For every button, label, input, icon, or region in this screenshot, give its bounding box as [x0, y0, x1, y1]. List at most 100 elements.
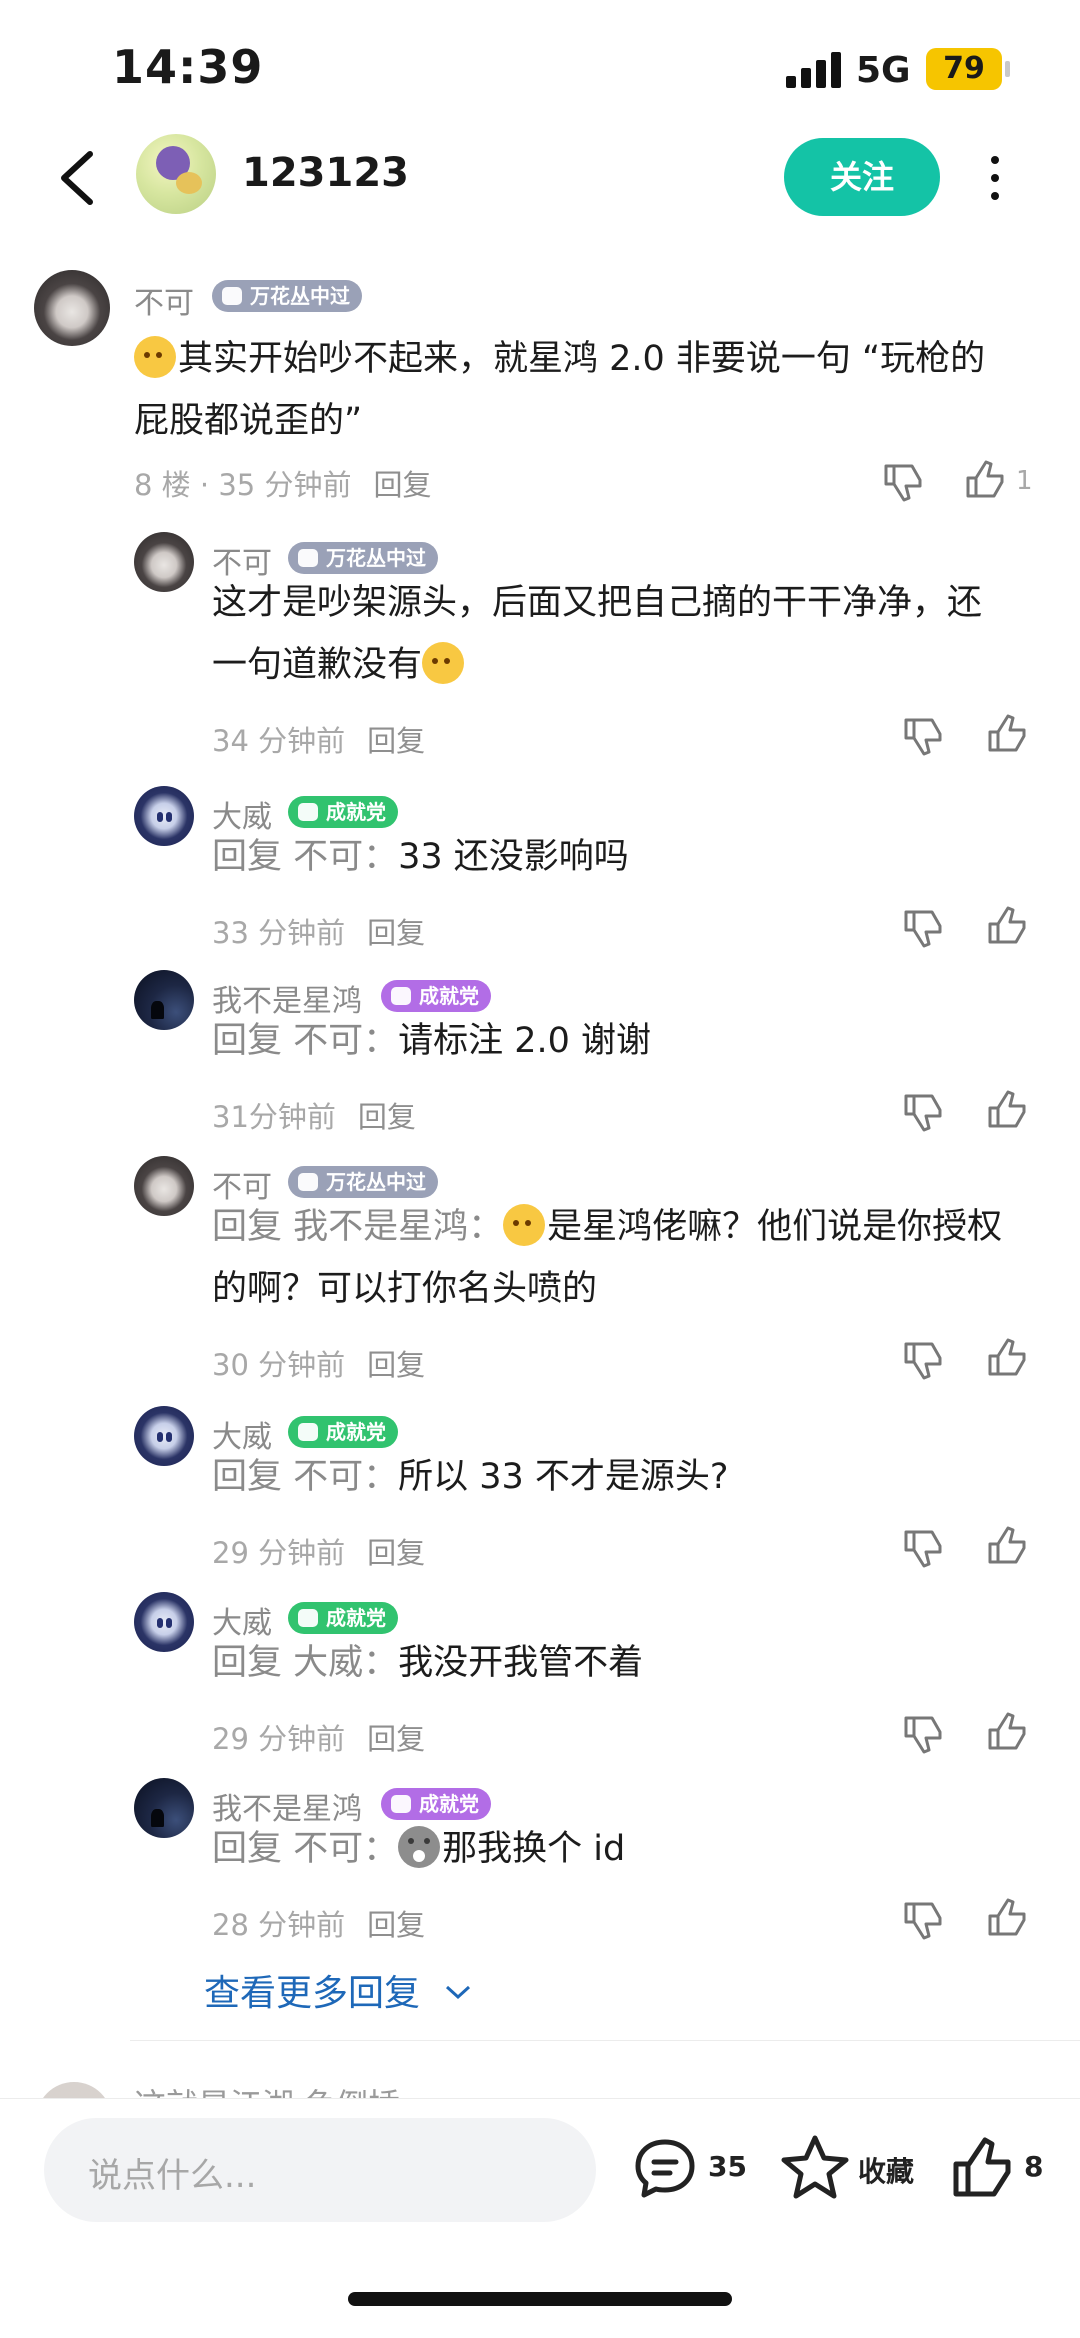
more-options-icon[interactable]: [980, 150, 1010, 206]
smile-emoji-icon: [503, 1204, 546, 1246]
gamepad-icon: [222, 287, 242, 305]
status-time: 14:39: [112, 40, 264, 94]
reply-avatar[interactable]: [134, 786, 194, 846]
comment-floor-time: 8 楼 · 35 分钟前: [134, 468, 352, 502]
signal-icon: [786, 52, 842, 88]
like-icon[interactable]: [984, 710, 1032, 758]
reply-text[interactable]: 回复 不可： 那我换个 id: [212, 1818, 1012, 1880]
user-badge: 万花丛中过: [212, 280, 362, 312]
reply-time: 29 分钟前: [212, 1722, 346, 1756]
reply-text-body: 这才是吵架源头，后面又把自己摘的干干净净，还一句道歉没有: [212, 583, 983, 685]
dislike-icon[interactable]: [900, 712, 948, 760]
reply-time: 31分钟前: [212, 1100, 336, 1134]
user-badge-label: 成就党: [419, 1792, 479, 1816]
like-icon[interactable]: [984, 1894, 1032, 1942]
reply-text[interactable]: 回复 不可：所以 33 不才是源头?: [212, 1446, 1012, 1508]
reply-button[interactable]: 回复: [367, 724, 425, 758]
reply-avatar[interactable]: [134, 1592, 194, 1652]
dislike-icon[interactable]: [900, 1336, 948, 1384]
reply-meta: 29 分钟前 回复: [212, 1530, 425, 1572]
reply-to-prefix: 回复 不可：: [212, 1829, 399, 1869]
reply-button[interactable]: 回复: [367, 916, 425, 950]
reply-text[interactable]: 这才是吵架源头，后面又把自己摘的干干净净，还一句道歉没有: [212, 572, 1012, 696]
trophy-icon: [298, 1609, 318, 1627]
dislike-icon[interactable]: [900, 1088, 948, 1136]
reply-time: 30 分钟前: [212, 1348, 346, 1382]
dislike-icon[interactable]: [900, 1710, 948, 1758]
reply-meta: 30 分钟前 回复: [212, 1342, 425, 1384]
network-label: 5G: [856, 50, 911, 91]
post-author-name[interactable]: 123123: [242, 150, 409, 196]
trophy-icon: [391, 1795, 411, 1813]
reply-avatar[interactable]: [134, 1156, 194, 1216]
comment-avatar[interactable]: [34, 270, 110, 346]
dislike-icon[interactable]: [880, 458, 928, 506]
like-icon[interactable]: [984, 1708, 1032, 1756]
user-badge-label: 成就党: [326, 1420, 386, 1444]
reply-text[interactable]: 回复 不可：请标注 2.0 谢谢: [212, 1010, 1012, 1072]
user-badge: 成就党: [381, 980, 491, 1012]
like-icon[interactable]: [984, 1086, 1032, 1134]
like-thumb-icon[interactable]: [948, 2132, 1018, 2202]
reply-to-prefix: 回复 不可：: [212, 1021, 399, 1061]
comment-input[interactable]: 说点什么...: [44, 2118, 596, 2222]
dislike-icon[interactable]: [900, 1524, 948, 1572]
reply-button[interactable]: 回复: [367, 1536, 425, 1570]
follow-button[interactable]: 关注: [784, 138, 940, 216]
reply-text[interactable]: 回复 大威：我没开我管不着: [212, 1632, 1012, 1694]
reply-to-prefix: 回复 我不是星鸿：: [212, 1207, 504, 1247]
gamepad-icon: [298, 1173, 318, 1191]
reply-to-prefix: 回复 不可：: [212, 1457, 399, 1497]
reply-time: 29 分钟前: [212, 1536, 346, 1570]
comment-text[interactable]: 其实开始吵不起来，就星鸿 2.0 非要说一句 “玩枪的屁股都说歪的”: [134, 328, 1014, 452]
see-more-replies-link[interactable]: 查看更多回复: [204, 1964, 473, 2016]
gamepad-icon: [298, 549, 318, 567]
reply-button[interactable]: 回复: [358, 1100, 416, 1134]
comment-bubble-icon[interactable]: [632, 2136, 698, 2202]
comment-count: 35: [708, 2150, 747, 2183]
reply-time: 28 分钟前: [212, 1908, 346, 1942]
shocked-emoji-icon: [398, 1826, 441, 1868]
comment-meta: 8 楼 · 35 分钟前 回复: [134, 462, 431, 504]
comment-username[interactable]: 不可: [134, 278, 194, 322]
reply-text[interactable]: 回复 不可：33 还没影响吗: [212, 826, 1012, 888]
reply-text[interactable]: 回复 我不是星鸿： 是星鸿佬嘛？他们说是你授权的啊？可以打你名头喷的: [212, 1196, 1012, 1320]
reply-button[interactable]: 回复: [373, 468, 431, 502]
reply-time: 34 分钟前: [212, 724, 346, 758]
user-badge: 成就党: [288, 1416, 398, 1448]
reply-button[interactable]: 回复: [367, 1722, 425, 1756]
trophy-icon: [298, 1423, 318, 1441]
user-badge-label: 成就党: [326, 1606, 386, 1630]
reply-avatar[interactable]: [134, 970, 194, 1030]
back-arrow-icon[interactable]: [56, 148, 100, 208]
reply-text-body: 所以 33 不才是源头?: [398, 1457, 729, 1497]
post-author-avatar[interactable]: [136, 134, 216, 214]
like-icon[interactable]: [984, 1334, 1032, 1382]
trophy-icon: [391, 987, 411, 1005]
user-badge: 成就党: [381, 1788, 491, 1820]
like-count: 1: [1016, 466, 1033, 496]
reply-meta: 34 分钟前 回复: [212, 718, 425, 760]
reply-avatar[interactable]: [134, 532, 194, 592]
reply-text-body: 那我换个 id: [442, 1829, 626, 1869]
favorite-star-icon[interactable]: [780, 2132, 850, 2202]
reply-text-body: 我没开我管不着: [398, 1643, 644, 1683]
chevron-down-icon: [446, 1985, 471, 2000]
reply-button[interactable]: 回复: [367, 1348, 425, 1382]
user-badge-label: 万花丛中过: [326, 546, 426, 570]
reply-avatar[interactable]: [134, 1778, 194, 1838]
reply-meta: 33 分钟前 回复: [212, 910, 425, 952]
comment-text-body: 其实开始吵不起来，就星鸿 2.0 非要说一句 “玩枪的屁股都说歪的”: [134, 339, 986, 441]
reply-button[interactable]: 回复: [367, 1908, 425, 1942]
like-icon[interactable]: [984, 1522, 1032, 1570]
reply-avatar[interactable]: [134, 1406, 194, 1466]
like-icon[interactable]: [984, 902, 1032, 950]
user-badge-label: 万花丛中过: [250, 284, 350, 308]
reply-meta: 29 分钟前 回复: [212, 1716, 425, 1758]
dislike-icon[interactable]: [900, 904, 948, 952]
dislike-icon[interactable]: [900, 1896, 948, 1944]
user-badge: 万花丛中过: [288, 1166, 438, 1198]
like-icon[interactable]: [962, 456, 1010, 504]
divider: [130, 2040, 1080, 2041]
favorite-label[interactable]: 收藏: [858, 2150, 914, 2190]
